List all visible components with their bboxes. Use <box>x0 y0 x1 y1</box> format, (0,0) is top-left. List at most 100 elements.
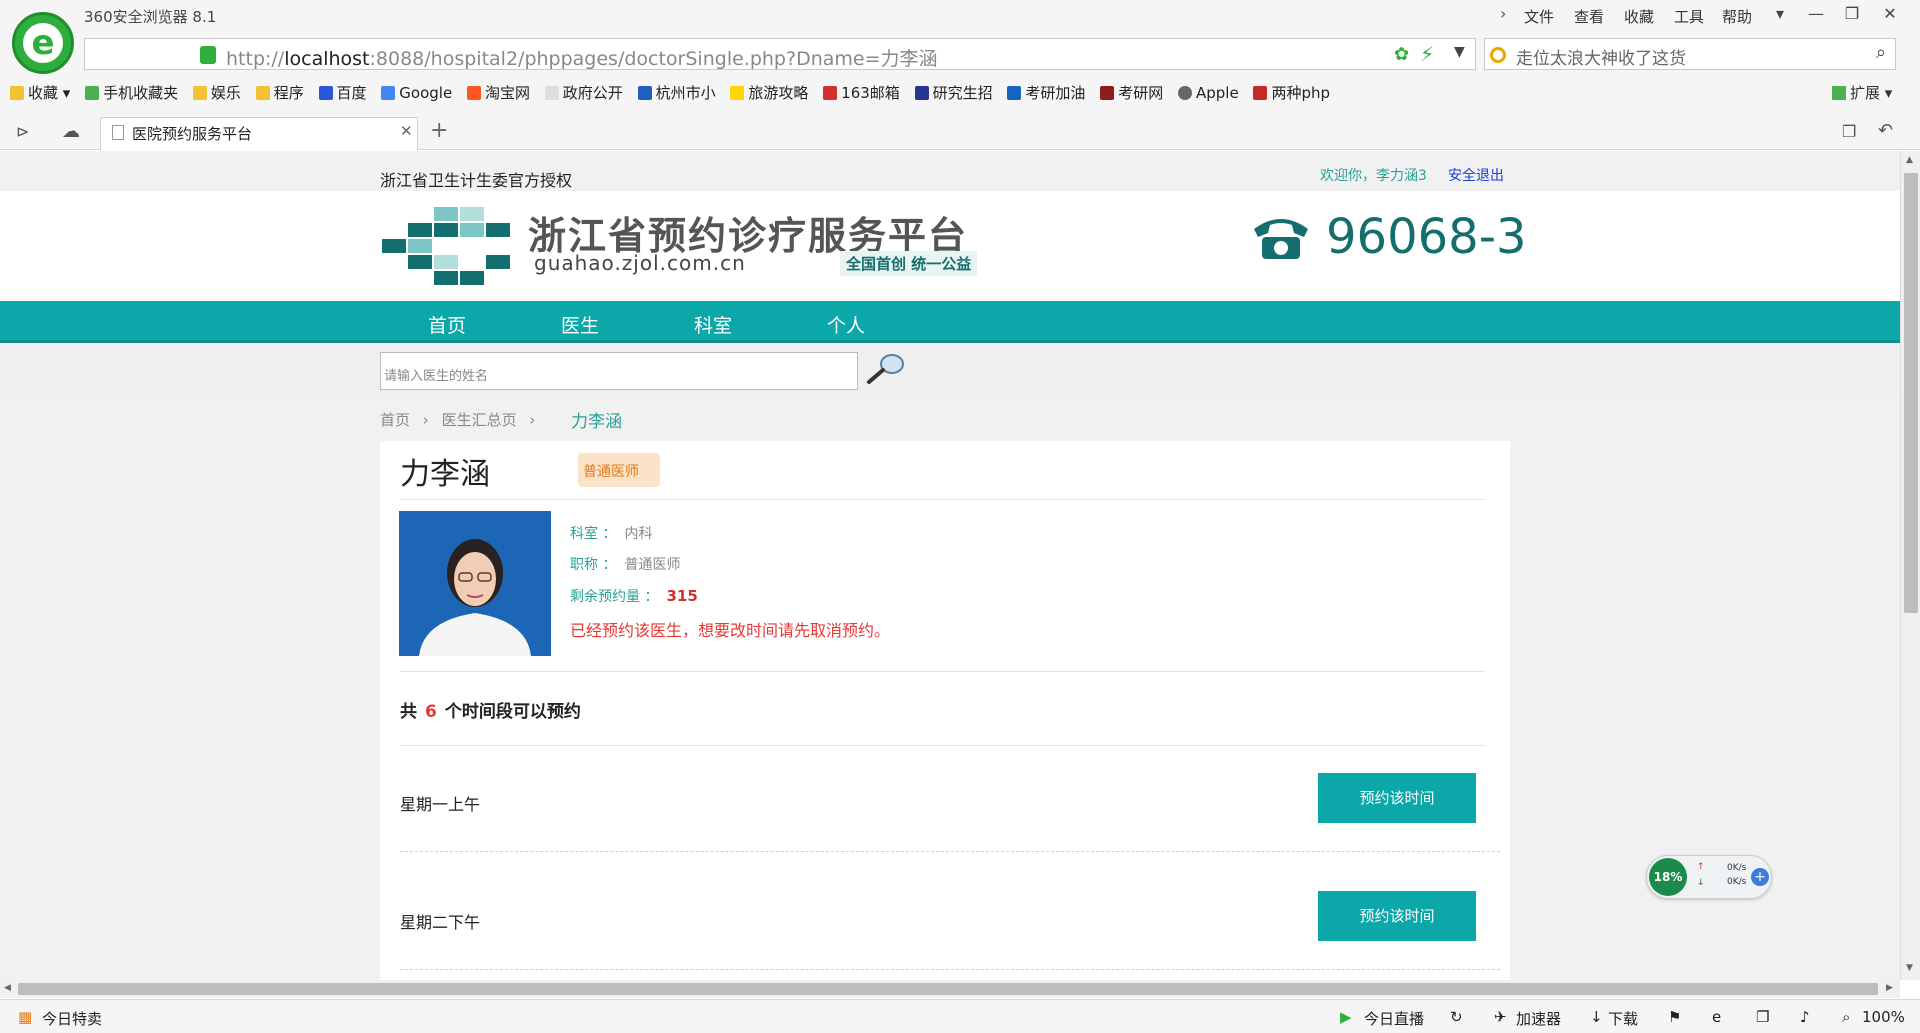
bookmark-item[interactable]: 娱乐 <box>192 82 241 103</box>
remaining-quota-label: 剩余预约量 ： <box>570 589 659 605</box>
flag-icon[interactable]: ⚑ <box>1668 1008 1681 1026</box>
refresh-rate-icon[interactable]: ↻ <box>1450 1008 1463 1026</box>
search-icon[interactable] <box>866 352 906 386</box>
bookmark-item[interactable]: 两种php <box>1253 82 1330 103</box>
title-value: 普通医师 <box>624 557 681 573</box>
search-icon[interactable]: ⌕ <box>1876 42 1886 63</box>
menu-view[interactable]: 查看 <box>1574 6 1604 27</box>
nav-personal[interactable]: 个人 <box>827 311 865 338</box>
menu-tools[interactable]: 工具 <box>1674 6 1704 27</box>
vertical-scrollbar[interactable]: ▲ ▼ <box>1900 151 1920 980</box>
bookmark-item[interactable]: Apple <box>1177 84 1239 102</box>
horizontal-scroll-thumb[interactable] <box>18 983 1878 995</box>
doctor-search-input[interactable]: 请输入医生的姓名 <box>380 352 858 390</box>
menu-favorites[interactable]: 收藏 <box>1624 6 1654 27</box>
close-window-icon[interactable]: ✕ <box>1874 2 1906 26</box>
upload-speed: 0K/s <box>1727 863 1747 873</box>
book-slot-button[interactable]: 预约该时间 <box>1318 773 1476 823</box>
accelerate-icon[interactable]: + <box>1751 868 1769 886</box>
zoom-icon: ⌕ <box>1842 1008 1851 1026</box>
breadcrumb-doctor-list[interactable]: 医生汇总页 <box>442 411 517 429</box>
vertical-scroll-thumb[interactable] <box>1904 173 1918 613</box>
tab-title: 医院预约服务平台 <box>132 125 253 143</box>
hotline-number: 96068-3 <box>1326 209 1527 265</box>
slot-label: 星期二下午 <box>400 913 481 932</box>
doctor-card: 力李涵 普通医师 科室 ： 内科 职称 ： 普通医师 剩余预约量 ： 315 已经预约… <box>380 441 1510 980</box>
live-link[interactable]: 今日直播 <box>1364 1008 1424 1029</box>
download-link[interactable]: 下载 <box>1608 1008 1638 1029</box>
breadcrumb-home[interactable]: 首页 <box>380 411 410 429</box>
bookmark-item[interactable]: 考研加油 <box>1007 82 1085 103</box>
doctor-search-row: 请输入医生的姓名 <box>0 346 1900 394</box>
bookmark-item[interactable]: 163邮箱 <box>823 82 900 103</box>
compat-mode-icon[interactable]: ✿ <box>1394 44 1409 65</box>
bookmark-item[interactable]: 手机收藏夹 <box>85 82 178 103</box>
window-icon[interactable]: ❐ <box>1756 1008 1769 1026</box>
logout-link[interactable]: 安全退出 <box>1448 165 1504 185</box>
browser-logo-icon: e <box>12 12 74 74</box>
menu-file[interactable]: 文件 <box>1524 6 1554 27</box>
maximize-icon[interactable]: ❐ <box>1836 2 1868 26</box>
bookmark-item[interactable]: 政府公开 <box>544 82 623 103</box>
breadcrumb-separator-icon: › <box>529 411 536 429</box>
address-dropdown-icon[interactable]: ▼ <box>1454 44 1465 60</box>
undo-close-icon[interactable]: ↶ <box>1878 120 1893 141</box>
minimize-icon[interactable]: — <box>1800 2 1832 26</box>
download-icon: ↓ <box>1590 1008 1603 1026</box>
slot-count: 6 <box>425 702 437 722</box>
scroll-down-icon[interactable]: ▼ <box>1906 963 1913 973</box>
authorization-text: 浙江省卫生计生委官方授权 <box>380 171 573 190</box>
department-row: 科室 ： 内科 <box>570 523 652 543</box>
extensions-button[interactable]: 扩展 ▾ <box>1832 82 1892 103</box>
horizontal-scrollbar[interactable]: ◀ ▶ <box>0 980 1900 998</box>
nav-home[interactable]: 首页 <box>428 311 466 338</box>
site-topbar: 浙江省卫生计生委官方授权 欢迎你，李力涵3 安全退出 <box>0 151 1900 191</box>
menu-chevron-icon[interactable]: › <box>1500 4 1506 23</box>
tab-close-icon[interactable]: ✕ <box>400 122 413 140</box>
divider <box>400 499 1485 500</box>
slot-label: 星期一上午 <box>400 795 481 814</box>
bookmark-item[interactable]: Google <box>381 84 452 102</box>
bookmark-item[interactable]: 杭州市小 <box>637 82 716 103</box>
bookmark-item[interactable]: 考研网 <box>1100 82 1163 103</box>
bookmark-item[interactable]: 淘宝网 <box>466 82 530 103</box>
live-icon: ▶ <box>1340 1008 1352 1026</box>
tab-list-icon[interactable]: ❐ <box>1842 122 1856 141</box>
search-engine-icon[interactable] <box>1490 47 1506 63</box>
menu-help[interactable]: 帮助 <box>1722 6 1752 27</box>
department-label: 科室 ： <box>570 526 617 542</box>
bookmark-item[interactable]: 研究生招 <box>914 82 993 103</box>
book-slot-button[interactable]: 预约该时间 <box>1318 891 1476 941</box>
network-speed-widget[interactable]: 18% ↑ ↓ 0K/s 0K/s + <box>1646 855 1772 899</box>
bookmark-item[interactable]: 旅游攻略 <box>730 82 808 103</box>
gift-icon: ▦ <box>18 1008 33 1026</box>
scroll-up-icon[interactable]: ▲ <box>1906 155 1913 165</box>
new-tab-icon[interactable]: + <box>430 118 448 143</box>
slot-divider <box>400 851 1500 852</box>
title-label: 职称 ： <box>570 557 617 573</box>
daily-deals-link[interactable]: 今日特卖 <box>42 1008 102 1029</box>
scroll-right-icon[interactable]: ▶ <box>1886 983 1893 993</box>
welcome-text[interactable]: 欢迎你，李力涵3 <box>1320 165 1427 185</box>
cloud-icon[interactable]: ☁ <box>62 121 80 142</box>
speed-mode-icon[interactable]: ⚡ <box>1420 42 1434 66</box>
status-bar: ▦ 今日特卖 ▶ 今日直播 ↻ ✈ 加速器 ↓ 下载 ⚑ e ❐ ♪ ⌕ 100… <box>0 999 1920 1033</box>
accelerator-link[interactable]: 加速器 <box>1516 1008 1561 1029</box>
bookmark-item[interactable]: 程序 <box>255 82 304 103</box>
browser-title: 360安全浏览器 8.1 <box>84 8 217 26</box>
nav-doctors[interactable]: 医生 <box>561 311 599 338</box>
divider <box>400 745 1485 746</box>
scroll-left-icon[interactable]: ◀ <box>4 983 11 993</box>
zoom-level[interactable]: 100% <box>1862 1008 1905 1026</box>
bookmark-item[interactable]: 百度 <box>318 82 367 103</box>
department-value: 内科 <box>624 526 653 542</box>
doctor-title-badge: 普通医师 <box>578 453 660 487</box>
secure-shield-icon <box>200 46 216 64</box>
sound-icon[interactable]: ♪ <box>1800 1008 1810 1026</box>
sidebar-toggle-icon[interactable]: ⊳ <box>16 122 29 141</box>
skin-icon[interactable]: ▾ <box>1764 2 1796 26</box>
nav-departments[interactable]: 科室 <box>694 311 732 338</box>
ie-icon[interactable]: e <box>1712 1008 1721 1026</box>
address-url[interactable]: http://localhost:8088/hospital2/phppages… <box>226 44 938 71</box>
bookmark-item[interactable]: 收藏 ▾ <box>10 82 70 103</box>
